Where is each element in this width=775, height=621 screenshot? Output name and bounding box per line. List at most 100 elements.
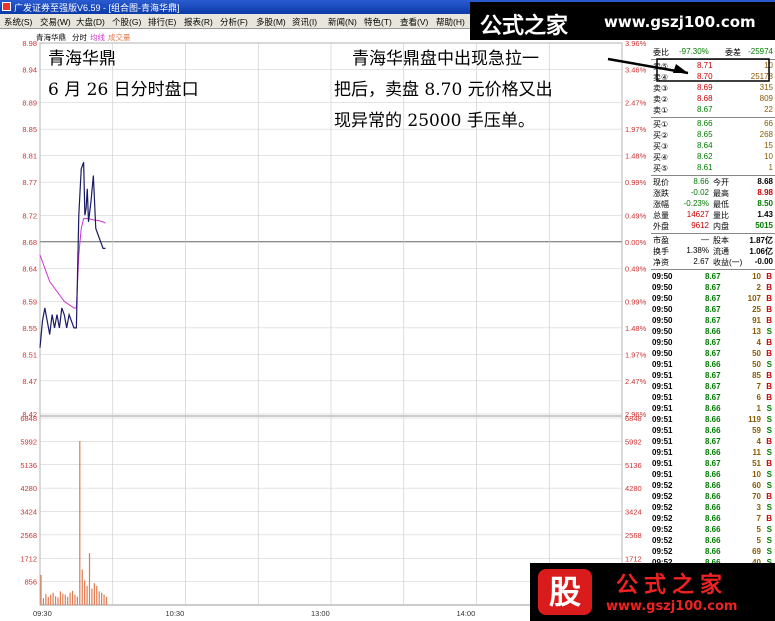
watermark-top-name: 公式之家 (480, 14, 569, 39)
fund-value: 2.67 (693, 257, 709, 266)
tick-volume: 50 (752, 349, 761, 358)
tick-price: 8.67 (705, 437, 721, 446)
tick-time: 09:51 (652, 459, 673, 468)
tick-volume: 1 (756, 404, 761, 413)
tick-side: S (766, 503, 772, 512)
pct-tick-label: 0.49% (625, 264, 647, 273)
watermark-bottom-name: 公式之家 (616, 573, 729, 598)
menu-item-6[interactable]: 分析(F) (220, 16, 248, 28)
tick-price: 8.67 (705, 305, 721, 314)
price-tick-label: 8.89 (22, 99, 37, 108)
tick-row: 09:52 8.66 5 S (651, 525, 775, 536)
fund-value: 1.87亿 (749, 236, 773, 245)
menu-item-7[interactable]: 多股(M) (256, 16, 286, 28)
pct-tick-label: 0.00% (625, 238, 647, 247)
tick-time: 09:50 (652, 327, 673, 336)
tick-volume: 107 (747, 294, 761, 303)
tick-time: 09:52 (652, 492, 673, 501)
stat-value: 8.68 (757, 177, 773, 186)
tick-row: 09:51 8.67 4 B (651, 437, 775, 448)
stat-row: 涨跌 -0.02 最高 8.98 (651, 188, 775, 199)
menu-item-3[interactable]: 个股(G) (112, 16, 141, 28)
menu-item-10[interactable]: 特色(T) (364, 16, 392, 28)
menu-item-11[interactable]: 查看(V) (400, 16, 428, 28)
tick-side: B (766, 371, 772, 380)
window-title: 广发证券至强版V6.59 - [组合图-青海华鼎] (14, 3, 180, 13)
tick-time: 09:51 (652, 437, 673, 446)
tick-time: 09:52 (652, 547, 673, 556)
tick-volume: 50 (752, 360, 761, 369)
fund-value: 1.06亿 (749, 247, 773, 256)
bid-volume: 10 (764, 152, 773, 161)
tick-time: 09:51 (652, 404, 673, 413)
tick-time: 09:52 (652, 525, 673, 534)
tick-price: 8.66 (705, 415, 721, 424)
bid-label: 买① (653, 120, 669, 129)
menu-item-9[interactable]: 新闻(N) (328, 16, 357, 28)
stat-label: 今开 (713, 178, 729, 187)
tick-volume: 25 (752, 305, 761, 314)
ask-label: 卖② (653, 95, 669, 104)
tick-side: S (766, 415, 772, 424)
menu-item-4[interactable]: 排行(E) (148, 16, 176, 28)
tick-row: 09:50 8.67 50 B (651, 349, 775, 360)
panel-separator (651, 233, 775, 234)
menu-item-0[interactable]: 系统(S) (4, 16, 32, 28)
tick-time: 09:51 (652, 470, 673, 479)
tick-row: 09:52 8.66 5 S (651, 536, 775, 547)
price-tick-label: 8.85 (22, 125, 37, 134)
tick-time: 09:52 (652, 481, 673, 490)
volume-tick-label: 856 (24, 578, 37, 587)
volume-tick-label-right: 5136 (625, 461, 642, 470)
menu-item-8[interactable]: 资讯(I) (292, 16, 317, 28)
menu-item-12[interactable]: 帮助(H) (436, 16, 465, 28)
tick-side: B (766, 294, 772, 303)
menu-item-5[interactable]: 报表(R) (184, 16, 213, 28)
ask-price: 8.67 (697, 105, 713, 114)
stat-row: 涨幅 -0.23% 最低 8.50 (651, 199, 775, 210)
volume-tick-label: 5136 (20, 461, 37, 470)
avg-price-line (39, 218, 106, 309)
fund-row: 换手 1.38% 流通 1.06亿 (651, 246, 775, 257)
ask-volume: 809 (759, 94, 773, 103)
tick-side: S (766, 448, 772, 457)
tick-price: 8.66 (705, 327, 721, 336)
bid-row: 买③ 8.64 15 (651, 141, 775, 152)
volume-tick-label-right: 6848 (625, 414, 642, 423)
fund-label: 市盈 (653, 236, 669, 245)
pct-tick-label: 0.99% (625, 178, 647, 187)
volume-tick-label: 6848 (20, 414, 37, 423)
tick-volume: 3 (756, 503, 761, 512)
bid-label: 买③ (653, 142, 669, 151)
stat-label: 外盘 (653, 222, 669, 231)
app-icon (2, 2, 11, 11)
annotation-stock-name: 青海华鼎 (48, 49, 116, 69)
tick-volume: 5 (756, 536, 761, 545)
tick-side: B (766, 437, 772, 446)
fund-label: 净资 (653, 258, 669, 267)
tick-time: 09:50 (652, 283, 673, 292)
tick-side: B (766, 514, 772, 523)
panel-separator (651, 117, 775, 118)
menu-item-1[interactable]: 交易(W) (40, 16, 71, 28)
price-tick-label: 8.68 (22, 238, 37, 247)
stat-label: 量比 (713, 211, 729, 220)
menu-item-2[interactable]: 大盘(D) (76, 16, 105, 28)
tick-row: 09:51 8.66 119 S (651, 415, 775, 426)
volume-tick-label-right: 5992 (625, 437, 642, 446)
tick-volume: 119 (748, 415, 761, 424)
tick-price: 8.67 (705, 338, 721, 347)
tick-price: 8.66 (705, 448, 721, 457)
pct-tick-label: 0.99% (625, 297, 647, 306)
stat-value: 5015 (755, 221, 773, 230)
stat-row: 外盘 9612 内盘 5015 (651, 221, 775, 232)
tick-price: 8.66 (705, 503, 721, 512)
stat-label: 总量 (653, 211, 669, 220)
fund-label: 股本 (713, 236, 729, 245)
price-tick-label: 8.55 (22, 324, 37, 333)
tick-row: 09:50 8.67 2 B (651, 283, 775, 294)
time-tick-label: 10:30 (166, 609, 185, 618)
tick-side: S (766, 404, 772, 413)
tick-volume: 11 (752, 448, 761, 457)
time-tick-label: 14:00 (457, 609, 476, 618)
